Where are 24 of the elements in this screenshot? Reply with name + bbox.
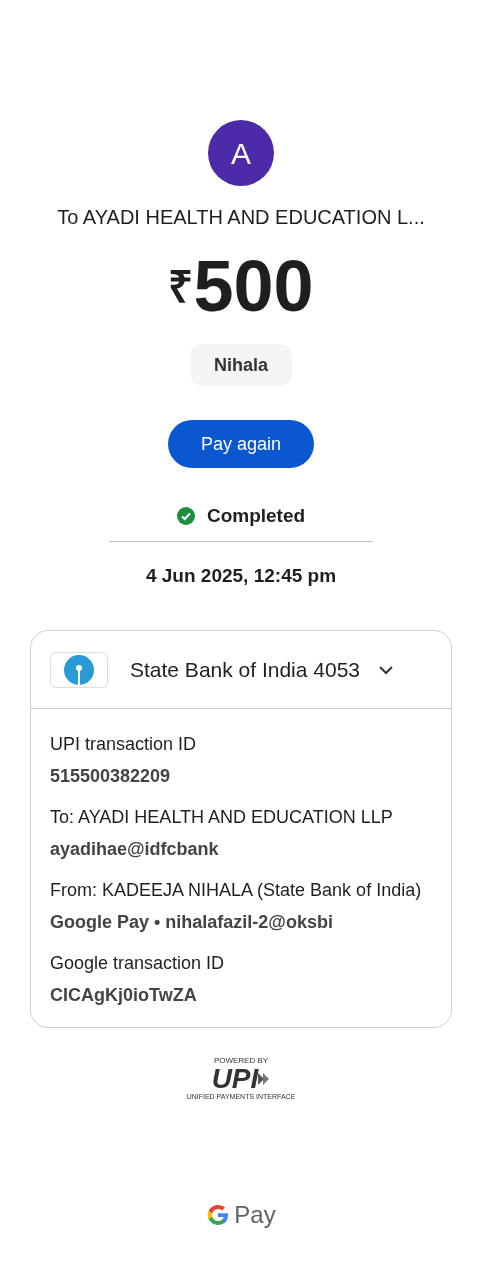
detail-value: 515500382209	[50, 765, 172, 788]
upi-logo: UPI	[211, 1066, 259, 1092]
detail-value: Google Pay • nihalafazil-2@oksbi	[50, 911, 334, 934]
detail-label: From: KADEEJA NIHALA (State Bank of India)	[50, 879, 423, 902]
bank-logo-icon	[50, 651, 108, 688]
date-time: 4 Jun 2025, 12:45 pm	[145, 563, 337, 588]
status-label: Completed	[206, 504, 306, 528]
detail-value: ayadihae@idfcbank	[50, 838, 220, 861]
currency-symbol: ₹	[168, 261, 194, 313]
detail-label: UPI transaction ID	[50, 733, 198, 756]
recipient-title: To AYADI HEALTH AND EDUCATION L...	[57, 205, 425, 230]
amount: 500	[193, 246, 314, 326]
avatar: A	[208, 120, 274, 186]
bank-account-name: State Bank of India 4053	[130, 656, 360, 683]
google-pay-logo-text: Pay	[234, 1200, 276, 1230]
pay-again-button[interactable]: Pay again	[168, 420, 314, 468]
upi-arrows-icon	[258, 1071, 271, 1087]
account-row[interactable]: State Bank of India 4053	[31, 631, 451, 709]
detail-label: Google transaction ID	[50, 952, 226, 975]
google-g-icon	[206, 1203, 231, 1227]
detail-label: To: AYADI HEALTH AND EDUCATION LLP	[50, 806, 394, 829]
detail-value: CICAgKj0ioTwZA	[50, 984, 198, 1007]
powered-by-text: POWERED BY	[213, 1056, 269, 1066]
note-chip: Nihala	[190, 344, 292, 386]
